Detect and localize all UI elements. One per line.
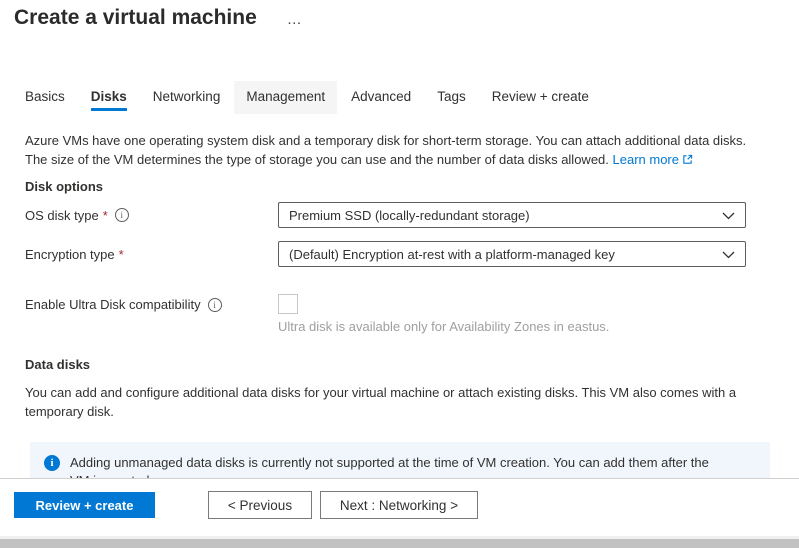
chevron-down-icon	[722, 247, 735, 262]
learn-more-link[interactable]: Learn more	[613, 152, 693, 167]
next-networking-button[interactable]: Next : Networking >	[320, 491, 478, 519]
ultra-disk-control: Ultra disk is available only for Availab…	[278, 294, 609, 334]
tab-management[interactable]: Management	[234, 81, 337, 114]
external-link-icon	[682, 151, 693, 170]
tab-advanced[interactable]: Advanced	[351, 81, 411, 111]
encryption-type-select[interactable]: (Default) Encryption at-rest with a plat…	[278, 241, 746, 267]
horizontal-scrollbar[interactable]	[0, 536, 799, 548]
tab-bar: Basics Disks Networking Management Advan…	[25, 81, 799, 114]
encryption-type-label-group: Encryption type *	[25, 247, 278, 262]
chevron-down-icon	[722, 208, 735, 223]
ultra-disk-checkbox[interactable]	[278, 294, 298, 314]
encryption-type-label: Encryption type	[25, 247, 115, 262]
ultra-disk-row: Enable Ultra Disk compatibility i Ultra …	[25, 294, 799, 334]
review-create-button[interactable]: Review + create	[14, 492, 155, 518]
more-actions-icon[interactable]: …	[287, 11, 303, 25]
tab-basics[interactable]: Basics	[25, 81, 65, 111]
ultra-disk-label-group: Enable Ultra Disk compatibility i	[25, 294, 278, 312]
intro-paragraph: Azure VMs have one operating system disk…	[25, 131, 769, 170]
os-disk-type-value: Premium SSD (locally-redundant storage)	[289, 208, 530, 223]
create-vm-page: Create a virtual machine … Basics Disks …	[0, 0, 799, 548]
encryption-type-value: (Default) Encryption at-rest with a plat…	[289, 247, 615, 262]
encryption-type-row: Encryption type * (Default) Encryption a…	[25, 241, 799, 267]
os-disk-type-label: OS disk type	[25, 208, 99, 223]
info-icon[interactable]: i	[208, 298, 222, 312]
required-marker: *	[103, 208, 108, 223]
tab-disks[interactable]: Disks	[91, 81, 127, 111]
os-disk-type-row: OS disk type * i Premium SSD (locally-re…	[25, 202, 799, 228]
data-disks-heading: Data disks	[25, 357, 799, 372]
tab-review-create[interactable]: Review + create	[492, 81, 589, 111]
info-icon[interactable]: i	[115, 208, 129, 222]
data-disks-description: You can add and configure additional dat…	[25, 383, 759, 421]
previous-button[interactable]: < Previous	[208, 491, 312, 519]
tab-networking[interactable]: Networking	[153, 81, 221, 111]
ultra-disk-helper-text: Ultra disk is available only for Availab…	[278, 319, 609, 334]
footer-bar: Review + create < Previous Next : Networ…	[0, 478, 799, 538]
page-title: Create a virtual machine	[14, 6, 257, 30]
required-marker: *	[119, 247, 124, 262]
ultra-disk-label: Enable Ultra Disk compatibility	[25, 297, 201, 312]
os-disk-type-label-group: OS disk type * i	[25, 208, 278, 223]
tab-tags[interactable]: Tags	[437, 81, 466, 111]
info-banner-icon: i	[44, 455, 60, 471]
page-header: Create a virtual machine …	[0, 0, 799, 32]
os-disk-type-select[interactable]: Premium SSD (locally-redundant storage)	[278, 202, 746, 228]
disk-options-heading: Disk options	[25, 179, 799, 194]
